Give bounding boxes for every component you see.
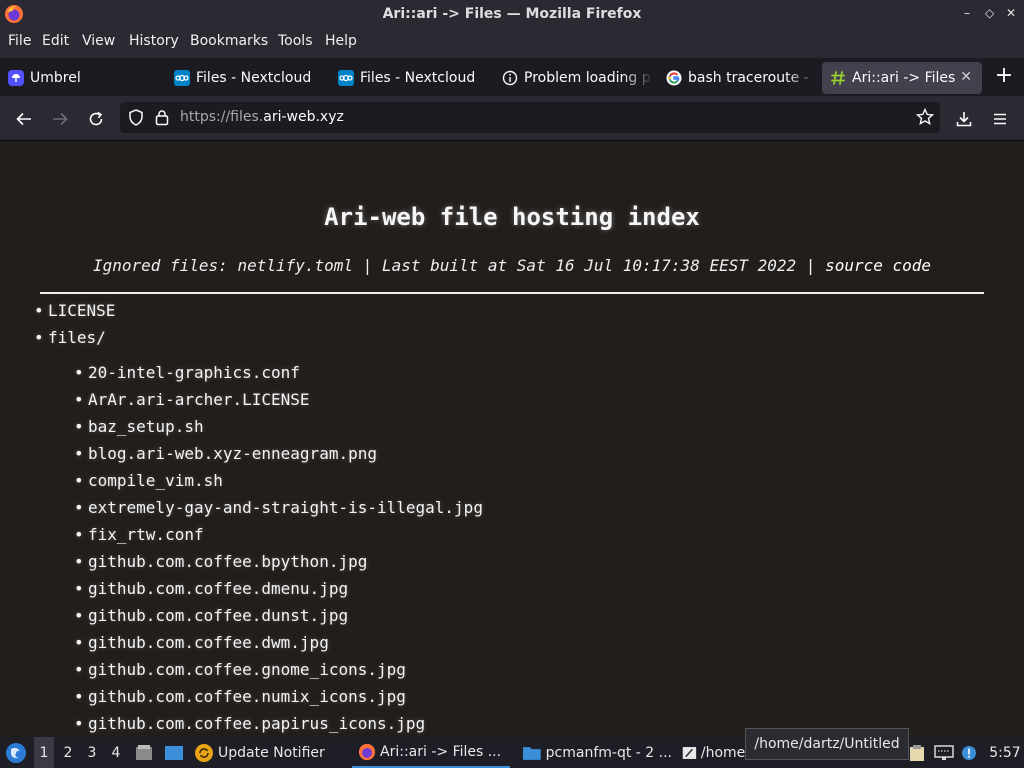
forward-button[interactable] [48, 107, 72, 131]
minimize-button[interactable]: – [964, 6, 970, 20]
menu-file[interactable]: File [8, 33, 31, 49]
file-link[interactable]: github.com.coffee.dwm.jpg [74, 633, 329, 652]
workspace-3[interactable]: 3 [82, 737, 102, 768]
nextcloud-icon [174, 70, 190, 86]
taskbar-editor[interactable]: /home/ [680, 737, 750, 768]
notification-tray-icon[interactable] [958, 737, 980, 768]
new-tab-button[interactable]: + [992, 63, 1016, 88]
navigation-bar: https://files.ari-web.xyz [0, 98, 1024, 141]
subtitle-text: Ignored files: netlify.toml | Last built… [92, 256, 816, 275]
hash-icon [830, 70, 846, 86]
reload-button[interactable] [84, 107, 108, 131]
window-titlebar: Ari::ari -> Files — Mozilla Firefox – ◇ … [0, 0, 1024, 30]
file-link[interactable]: github.com.coffee.dunst.jpg [74, 606, 348, 625]
window-title: Ari::ari -> Files — Mozilla Firefox [382, 6, 642, 22]
folder-icon [522, 746, 541, 760]
file-manager-icon [136, 744, 152, 760]
back-button[interactable] [12, 107, 36, 131]
tab-nextcloud-1[interactable]: Files - Nextcloud [166, 62, 326, 94]
file-link[interactable]: fix_rtw.conf [74, 525, 204, 544]
text-editor-icon [682, 746, 697, 759]
file-link[interactable]: 20-intel-graphics.conf [74, 363, 300, 382]
desktop-icon [165, 745, 183, 760]
divider [40, 292, 984, 294]
taskbar-update-notifier[interactable]: Update Notifier [194, 737, 344, 768]
downloads-button[interactable] [952, 107, 976, 131]
network-tray-icon[interactable] [932, 737, 956, 768]
lock-icon[interactable] [155, 109, 169, 126]
source-code-link[interactable]: source code [825, 256, 931, 275]
menu-view[interactable]: View [82, 33, 115, 49]
clipboard-tray-icon[interactable] [906, 737, 928, 768]
file-link[interactable]: github.com.coffee.papirus_icons.jpg [74, 714, 425, 733]
workspace-4[interactable]: 4 [106, 737, 126, 768]
maximize-button[interactable]: ◇ [985, 6, 994, 20]
tab-bash-traceroute[interactable]: bash traceroute - [658, 62, 818, 94]
page-content: Ari-web file hosting index Ignored files… [0, 141, 1024, 741]
tab-label: bash traceroute - [688, 70, 809, 86]
bookmark-star-icon[interactable] [916, 108, 934, 126]
close-window-button[interactable]: ✕ [1006, 6, 1016, 20]
tab-label: Problem loading p [524, 70, 651, 86]
tab-label: Files - Nextcloud [196, 70, 312, 86]
close-tab-icon[interactable]: ✕ [960, 69, 972, 85]
shield-icon[interactable] [128, 109, 144, 126]
tab-label: Umbrel [30, 70, 81, 86]
menu-history[interactable]: History [129, 33, 179, 49]
list-item-license[interactable]: LICENSE [34, 301, 115, 320]
tab-problem-loading[interactable]: Problem loading p [494, 62, 654, 94]
file-link[interactable]: github.com.coffee.numix_icons.jpg [74, 687, 406, 706]
file-link[interactable]: blog.ari-web.xyz-enneagram.png [74, 444, 377, 463]
workspace-2[interactable]: 2 [58, 737, 78, 768]
file-link[interactable]: extremely-gay-and-straight-is-illegal.jp… [74, 498, 483, 517]
menu-tools[interactable]: Tools [278, 33, 313, 49]
menu-help[interactable]: Help [325, 33, 357, 49]
start-menu-button[interactable] [4, 737, 28, 768]
update-icon [195, 743, 213, 762]
arrow-left-icon [16, 112, 31, 126]
tab-label: Files - Nextcloud [360, 70, 476, 86]
arrow-right-icon [53, 112, 68, 126]
menu-bar: File Edit View History Bookmarks Tools H… [0, 30, 1024, 54]
tab-nextcloud-2[interactable]: Files - Nextcloud [330, 62, 490, 94]
taskbar-tooltip: /home/dartz/Untitled [745, 728, 909, 760]
firefox-icon [358, 743, 376, 760]
tab-label: Ari::ari -> Files [852, 70, 956, 86]
info-icon [502, 70, 518, 86]
clock[interactable]: 5:57 [988, 737, 1022, 768]
app-menu-button[interactable] [988, 107, 1012, 131]
file-manager-launcher[interactable] [134, 737, 154, 768]
reload-icon [89, 111, 103, 126]
url-text[interactable]: https://files.ari-web.xyz [180, 109, 344, 125]
tab-umbrel[interactable]: Umbrel [0, 62, 160, 94]
file-link[interactable]: github.com.coffee.gnome_icons.jpg [74, 660, 406, 679]
page-title: Ari-web file hosting index [324, 203, 700, 231]
workspace-1[interactable]: 1 [34, 737, 54, 768]
taskbar-pcmanfm[interactable]: pcmanfm-qt - 2 ... [518, 737, 672, 768]
file-link[interactable]: ArAr.ari-archer.LICENSE [74, 390, 310, 409]
file-link[interactable]: github.com.coffee.bpython.jpg [74, 552, 367, 571]
nextcloud-icon [338, 70, 354, 86]
google-icon [666, 70, 682, 86]
url-bar[interactable]: https://files.ari-web.xyz [120, 102, 940, 133]
menu-bookmarks[interactable]: Bookmarks [190, 33, 268, 49]
tab-bar: Umbrel Files - Nextcloud Files - Nextclo… [0, 58, 1024, 96]
page-subtitle: Ignored files: netlify.toml | Last built… [0, 256, 1024, 275]
list-item-files-dir[interactable]: files/ [34, 328, 106, 347]
file-link[interactable]: github.com.coffee.dmenu.jpg [74, 579, 348, 598]
menu-edit[interactable]: Edit [42, 33, 69, 49]
file-link[interactable]: baz_setup.sh [74, 417, 204, 436]
lxqt-logo-icon [6, 742, 26, 763]
tab-ari-files[interactable]: Ari::ari -> Files ✕ [822, 62, 982, 94]
show-desktop-button[interactable] [162, 737, 186, 768]
hamburger-menu-icon [994, 113, 1006, 125]
umbrel-icon [8, 70, 24, 86]
download-icon [956, 112, 972, 127]
taskbar-firefox[interactable]: Ari::ari -> Files ... [352, 737, 510, 768]
file-link[interactable]: compile_vim.sh [74, 471, 223, 490]
